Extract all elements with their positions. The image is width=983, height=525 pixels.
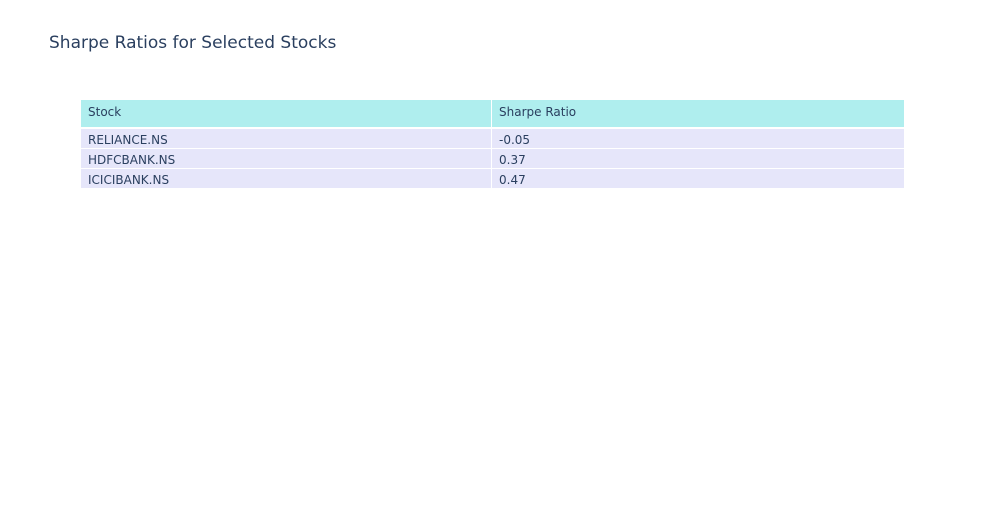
sharpe-ratio-table: Stock Sharpe Ratio RELIANCE.NS -0.05 HDF…	[81, 100, 904, 189]
cell-sharpe-ratio: -0.05	[492, 129, 904, 149]
cell-sharpe-ratio: 0.37	[492, 149, 904, 169]
cell-stock: ICICIBANK.NS	[81, 169, 492, 189]
table-row: RELIANCE.NS -0.05	[81, 129, 904, 149]
chart-page: Sharpe Ratios for Selected Stocks Stock …	[0, 0, 983, 525]
table-row: ICICIBANK.NS 0.47	[81, 169, 904, 189]
column-header-sharpe-ratio: Sharpe Ratio	[492, 100, 904, 128]
column-header-stock: Stock	[81, 100, 492, 128]
table-header-row: Stock Sharpe Ratio	[81, 100, 904, 128]
cell-sharpe-ratio: 0.47	[492, 169, 904, 189]
chart-title: Sharpe Ratios for Selected Stocks	[49, 33, 337, 53]
cell-stock: RELIANCE.NS	[81, 129, 492, 149]
table-body: RELIANCE.NS -0.05 HDFCBANK.NS 0.37 ICICI…	[81, 129, 904, 189]
table-row: HDFCBANK.NS 0.37	[81, 149, 904, 169]
cell-stock: HDFCBANK.NS	[81, 149, 492, 169]
